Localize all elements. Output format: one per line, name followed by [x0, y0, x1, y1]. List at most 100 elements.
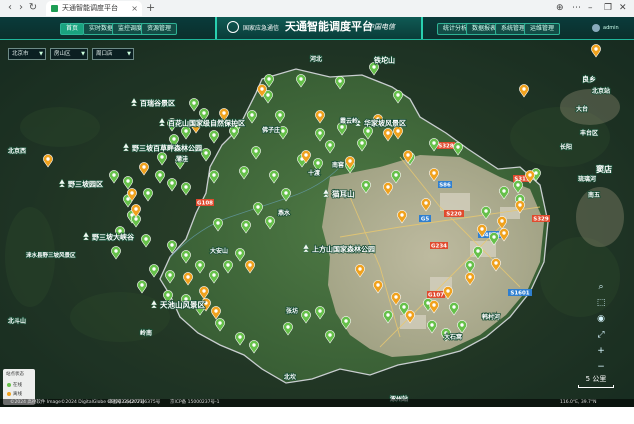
tab-favicon-icon: [51, 5, 58, 12]
road-badge: S328: [437, 142, 455, 150]
city-select[interactable]: 北京市 ▼: [8, 48, 46, 60]
place-label: 北斗山: [8, 317, 26, 325]
chevron-down-icon: ▼: [81, 51, 85, 57]
search-tool-icon[interactable]: ⌕: [592, 280, 610, 294]
layer-icon[interactable]: ◉: [592, 312, 610, 326]
app-window: G5 G4501 G107 G108 G234 S328 S220 S311 S…: [0, 17, 634, 407]
title-banner: 国家应急通信 天通智能调度平台 中国电信: [215, 17, 423, 39]
icp-text[interactable]: 京ICP备 15000237号-1: [170, 399, 220, 407]
place-label: 百花山国家级自然保护区: [168, 118, 245, 127]
restore-icon[interactable]: ❐: [604, 2, 612, 14]
place-label: 北京西: [8, 147, 26, 155]
nav-resources[interactable]: 资源管理: [141, 23, 178, 35]
place-label: 河北: [310, 55, 322, 63]
scale-bar: [578, 385, 614, 388]
place-label: 长阳: [560, 143, 572, 151]
place-label: 野三坡园区: [68, 179, 103, 188]
svg-text:S1601: S1601: [510, 291, 529, 297]
place-label: 岭南: [140, 329, 152, 337]
road-badge: S329: [532, 215, 550, 223]
user-name[interactable]: admin: [603, 24, 619, 32]
legend-item-online: 在线: [7, 382, 22, 388]
scale-label: 5 公里: [585, 375, 607, 383]
more-icon[interactable]: ⋯: [572, 2, 581, 14]
svg-text:G234: G234: [431, 244, 447, 250]
forward-icon[interactable]: ›: [15, 2, 27, 14]
road-badge: S1601: [508, 289, 532, 297]
place-label: 十渡: [308, 169, 321, 177]
place-label: 琉璃河: [578, 175, 596, 183]
place-label: 大台: [576, 105, 588, 113]
place-label: 窦店: [596, 164, 612, 174]
town-select-value: 周口店: [96, 51, 113, 57]
place-label: 蒲洼: [176, 155, 188, 163]
place-label: 野三坡大峡谷: [92, 232, 135, 241]
district-select-value: 房山区: [54, 51, 71, 57]
place-label: 上方山国家森林公园: [312, 244, 375, 253]
offline-dot-icon: [7, 391, 11, 396]
browser-tab[interactable]: 天通智能调度平台 ×: [46, 1, 142, 16]
place-label: 佛子庄: [261, 126, 280, 134]
zoom-in-icon[interactable]: +: [592, 344, 610, 358]
place-label: 华家坡风景区: [364, 118, 406, 127]
chevron-down-icon: ▼: [39, 51, 43, 57]
place-label: 铁坨山: [374, 55, 395, 64]
place-label: 大石窝: [444, 333, 462, 341]
fullscreen-icon[interactable]: ⤢: [592, 328, 610, 342]
place-label: 张坊: [286, 307, 298, 315]
satellite-map[interactable]: G5 G4501 G107 G108 G234 S328 S220 S311 S…: [0, 17, 634, 407]
reload-icon[interactable]: ↻: [27, 2, 39, 14]
close-icon[interactable]: ✕: [619, 2, 627, 14]
minimize-icon[interactable]: –: [588, 2, 593, 14]
emergency-logo-icon: [227, 21, 239, 33]
road-badge: S86: [438, 181, 452, 189]
place-label: 南窖: [332, 161, 344, 169]
map-approval-text[interactable]: 审图号 GS(2021)6375号: [108, 399, 160, 407]
svg-text:G108: G108: [197, 201, 213, 207]
svg-text:G107: G107: [428, 293, 444, 299]
user-avatar-icon[interactable]: [592, 24, 600, 32]
chevron-down-icon: ▼: [127, 51, 131, 57]
page-title: 天通智能调度平台: [285, 20, 373, 33]
nav-home[interactable]: 首页: [60, 23, 85, 35]
place-label: 丰台区: [580, 129, 598, 137]
road-badge: G108: [196, 199, 214, 207]
district-select[interactable]: 房山区 ▼: [50, 48, 88, 60]
org-name: 国家应急通信: [243, 25, 280, 32]
svg-text:S220: S220: [446, 212, 462, 218]
legend-title: 站点状态: [6, 372, 24, 377]
legend-item-offline: 离线: [7, 391, 22, 397]
coordinate-readout: 116.0°E, 39.7°N: [560, 400, 597, 405]
new-tab-icon[interactable]: +: [146, 2, 155, 14]
tab-close-icon[interactable]: ×: [131, 1, 138, 16]
zoom-out-icon[interactable]: −: [592, 360, 610, 374]
telecom-logo: 中国电信: [367, 23, 395, 31]
road-badge: G107: [427, 291, 445, 299]
road-badge: G5: [419, 215, 431, 223]
town-select[interactable]: 周口店 ▼: [92, 48, 134, 60]
place-label: 北京站: [592, 87, 610, 95]
svg-text:S328: S328: [438, 144, 454, 150]
browser-toolbar: ‹ › ↻ 天通智能调度平台 × + ⊕ ⋯ – ❐ ✕: [0, 0, 634, 18]
city-select-value: 北京市: [12, 51, 29, 57]
tab-title: 天通智能调度平台: [62, 4, 118, 12]
road-badge: G234: [430, 242, 448, 250]
map-footer: ©2024 高德软件 Image©2024 DigitalGlobe GS(20…: [0, 399, 634, 407]
svg-text:S329: S329: [533, 217, 549, 223]
globe-icon[interactable]: ⊕: [556, 2, 564, 14]
place-label: 北坎: [284, 373, 297, 381]
place-label: 燕水: [278, 209, 291, 217]
nav-ops[interactable]: 运维管理: [524, 23, 561, 35]
place-label: 良乡: [582, 74, 596, 83]
svg-text:G5: G5: [421, 217, 430, 223]
area-select-icon[interactable]: ⬚: [592, 296, 610, 310]
place-label: 韩村河: [482, 313, 500, 321]
road-badge: S220: [444, 210, 464, 218]
svg-text:S86: S86: [439, 183, 451, 189]
place-label: 大安山: [210, 247, 228, 255]
place-label: 霞云岭: [340, 117, 358, 125]
place-label: 涞水县野三坡风景区: [26, 251, 76, 259]
place-label: 南五: [588, 191, 600, 199]
place-label: 野三坡百草畔森林公园: [132, 143, 202, 152]
place-label: 天池山风景区: [160, 300, 205, 310]
